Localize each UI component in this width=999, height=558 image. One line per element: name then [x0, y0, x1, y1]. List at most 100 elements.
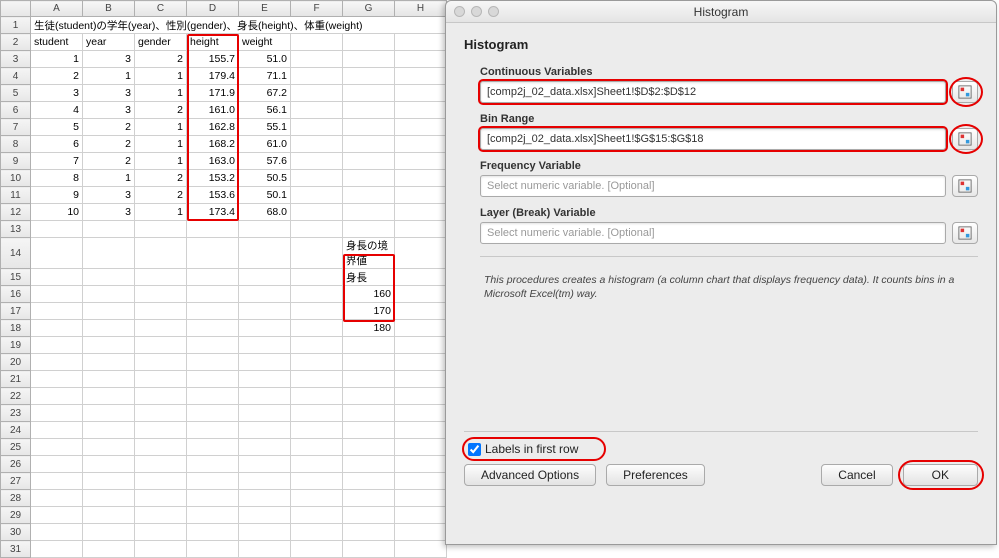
rowhead[interactable]: 19	[1, 337, 31, 354]
rowhead[interactable]: 17	[1, 303, 31, 320]
cell[interactable]	[395, 51, 447, 68]
rowhead[interactable]: 3	[1, 51, 31, 68]
cell[interactable]	[83, 541, 135, 558]
cell[interactable]	[31, 354, 83, 371]
cell[interactable]: 2	[135, 187, 187, 204]
cell[interactable]	[395, 439, 447, 456]
cell[interactable]: 56.1	[239, 102, 291, 119]
cell[interactable]	[135, 473, 187, 490]
cell[interactable]: 1	[135, 204, 187, 221]
cell[interactable]	[395, 541, 447, 558]
cell[interactable]: 68.0	[239, 204, 291, 221]
cell[interactable]	[343, 337, 395, 354]
cell[interactable]: 1	[31, 51, 83, 68]
cell[interactable]: 2	[31, 68, 83, 85]
cell[interactable]	[239, 337, 291, 354]
cell[interactable]	[343, 354, 395, 371]
cell[interactable]	[135, 456, 187, 473]
cell[interactable]	[239, 269, 291, 286]
cell[interactable]: 5	[31, 119, 83, 136]
colhead-B[interactable]: B	[83, 1, 135, 17]
cell[interactable]: 1	[83, 170, 135, 187]
cell[interactable]	[291, 187, 343, 204]
cell[interactable]	[343, 490, 395, 507]
cell[interactable]	[83, 354, 135, 371]
cell[interactable]	[395, 524, 447, 541]
cell[interactable]	[83, 388, 135, 405]
cell[interactable]	[343, 439, 395, 456]
title-cell[interactable]: 生徒(student)の学年(year)、性別(gender)、身長(heigh…	[31, 17, 447, 34]
cell[interactable]: 162.8	[187, 119, 239, 136]
cell[interactable]	[291, 388, 343, 405]
cell[interactable]: 50.1	[239, 187, 291, 204]
rowhead[interactable]: 10	[1, 170, 31, 187]
cell[interactable]	[135, 221, 187, 238]
cell[interactable]: 57.6	[239, 153, 291, 170]
cell[interactable]	[83, 422, 135, 439]
cell[interactable]	[395, 221, 447, 238]
cell[interactable]: 155.7	[187, 51, 239, 68]
cell[interactable]	[239, 456, 291, 473]
cell[interactable]: 2	[83, 136, 135, 153]
cell[interactable]	[31, 456, 83, 473]
rowhead[interactable]: 7	[1, 119, 31, 136]
rowhead[interactable]: 22	[1, 388, 31, 405]
cell[interactable]	[291, 34, 343, 51]
cell[interactable]: 61.0	[239, 136, 291, 153]
cell[interactable]: 2	[83, 153, 135, 170]
cell[interactable]	[291, 524, 343, 541]
cell[interactable]	[135, 490, 187, 507]
cell[interactable]	[135, 286, 187, 303]
cell[interactable]	[395, 422, 447, 439]
cell[interactable]	[135, 320, 187, 337]
labels-first-row-checkbox[interactable]	[468, 443, 481, 456]
rowhead[interactable]: 31	[1, 541, 31, 558]
rowhead[interactable]: 28	[1, 490, 31, 507]
cell[interactable]	[343, 422, 395, 439]
cell[interactable]	[83, 337, 135, 354]
cell[interactable]	[31, 422, 83, 439]
hdr-student[interactable]: student	[31, 34, 83, 51]
cell[interactable]	[395, 187, 447, 204]
cell[interactable]	[395, 286, 447, 303]
cancel-button[interactable]: Cancel	[821, 464, 892, 486]
rowhead[interactable]: 16	[1, 286, 31, 303]
cell[interactable]	[83, 286, 135, 303]
hdr-year[interactable]: year	[83, 34, 135, 51]
rowhead[interactable]: 30	[1, 524, 31, 541]
cell[interactable]	[135, 507, 187, 524]
cell[interactable]	[343, 456, 395, 473]
cell[interactable]: 4	[31, 102, 83, 119]
cell[interactable]	[291, 303, 343, 320]
cell[interactable]	[239, 507, 291, 524]
br-picker-button[interactable]	[952, 128, 978, 150]
cell[interactable]	[187, 269, 239, 286]
hdr-weight[interactable]: weight	[239, 34, 291, 51]
cell[interactable]	[239, 320, 291, 337]
cell[interactable]	[31, 221, 83, 238]
cell[interactable]	[135, 371, 187, 388]
cell[interactable]: 身長の境界値	[343, 238, 395, 269]
rowhead[interactable]: 23	[1, 405, 31, 422]
rowhead[interactable]: 15	[1, 269, 31, 286]
preferences-button[interactable]: Preferences	[606, 464, 705, 486]
cell[interactable]	[239, 422, 291, 439]
cell[interactable]	[135, 388, 187, 405]
cell[interactable]	[395, 34, 447, 51]
rowhead[interactable]: 11	[1, 187, 31, 204]
cell[interactable]	[239, 388, 291, 405]
cell[interactable]	[395, 170, 447, 187]
rowhead[interactable]: 26	[1, 456, 31, 473]
cell[interactable]	[291, 473, 343, 490]
cell[interactable]	[291, 456, 343, 473]
cell[interactable]	[291, 490, 343, 507]
cell[interactable]: 161.0	[187, 102, 239, 119]
cell[interactable]	[31, 541, 83, 558]
cv-picker-button[interactable]	[952, 81, 978, 103]
cell[interactable]	[291, 119, 343, 136]
cell[interactable]	[239, 439, 291, 456]
cell[interactable]	[135, 303, 187, 320]
cell[interactable]	[395, 507, 447, 524]
cell[interactable]	[395, 269, 447, 286]
cell[interactable]	[343, 507, 395, 524]
